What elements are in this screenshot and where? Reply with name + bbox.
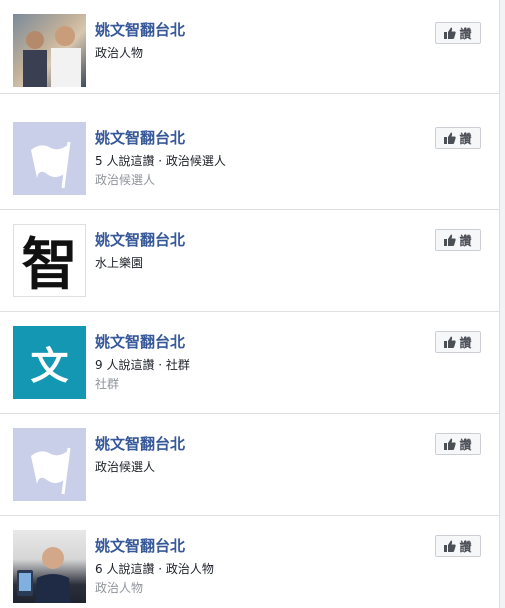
page-category: 社群	[95, 377, 120, 391]
like-button[interactable]: 讚	[435, 433, 481, 455]
page-likes-category: 5 人說這讚 · 政治候選人	[95, 154, 226, 168]
page-category: 水上樂園	[95, 256, 144, 270]
list-item: 文 姚文智翻台北 9 人說這讚 · 社群 社群 讚	[0, 312, 499, 414]
page-name-link[interactable]: 姚文智翻台北	[95, 127, 185, 148]
page-name-link[interactable]: 姚文智翻台北	[95, 433, 185, 454]
page-category: 政治人物	[95, 46, 144, 60]
like-label: 讚	[459, 437, 472, 452]
zhi-character-icon: 智	[21, 232, 78, 297]
list-item: 智 姚文智翻台北 水上樂園 讚	[0, 210, 499, 312]
wen-character-icon: 文	[30, 344, 69, 388]
page-name-link[interactable]: 姚文智翻台北	[95, 331, 185, 352]
list-item: 姚文智翻台北 5 人說這讚 · 政治候選人 政治候選人 讚	[0, 108, 499, 210]
like-button[interactable]: 讚	[435, 22, 481, 44]
page-likes-category: 9 人說這讚 · 社群	[95, 358, 190, 372]
page-thumbnail[interactable]	[13, 122, 86, 195]
like-label: 讚	[459, 131, 472, 146]
page-name-link[interactable]: 姚文智翻台北	[95, 19, 185, 40]
like-label: 讚	[459, 233, 472, 248]
list-item: 姚文智翻台北 6 人說這讚 · 政治人物 政治人物 讚	[0, 516, 499, 608]
page-thumbnail[interactable]	[13, 428, 86, 501]
like-label: 讚	[459, 539, 472, 554]
scrollbar[interactable]	[500, 0, 505, 608]
page-name-link[interactable]: 姚文智翻台北	[95, 535, 185, 556]
person-photo-icon	[17, 547, 71, 603]
thumbs-up-icon	[444, 27, 457, 39]
thumbs-up-icon	[444, 336, 457, 348]
page-category: 政治候選人	[95, 173, 156, 187]
page-thumbnail[interactable]: 文	[13, 326, 86, 399]
like-label: 讚	[459, 335, 472, 350]
like-label: 讚	[459, 26, 472, 41]
page-thumbnail[interactable]: 智	[13, 224, 86, 297]
page-likes-category: 6 人說這讚 · 政治人物	[95, 562, 214, 576]
flag-icon	[31, 141, 71, 189]
like-button[interactable]: 讚	[435, 535, 481, 557]
like-button[interactable]: 讚	[435, 229, 481, 251]
thumbs-up-icon	[444, 132, 457, 144]
list-item: 姚文智翻台北 政治候選人 讚	[0, 414, 499, 516]
thumbs-up-icon	[444, 438, 457, 450]
page-thumbnail[interactable]	[13, 14, 86, 87]
page-category: 政治人物	[95, 581, 144, 595]
thumbs-up-icon	[444, 234, 457, 246]
page-name-link[interactable]: 姚文智翻台北	[95, 229, 185, 250]
flag-icon	[31, 447, 71, 495]
person-photo-icon	[23, 26, 81, 87]
like-button[interactable]: 讚	[435, 331, 481, 353]
like-button[interactable]: 讚	[435, 127, 481, 149]
list-item: 姚文智翻台北 政治人物 讚	[0, 0, 499, 94]
thumbs-up-icon	[444, 540, 457, 552]
page-results-list: 姚文智翻台北 政治人物 讚 姚文智翻台北 5 人說這讚 · 政治候選人 政治候選…	[0, 0, 500, 608]
page-category: 政治候選人	[95, 460, 156, 474]
page-thumbnail[interactable]	[13, 530, 86, 603]
